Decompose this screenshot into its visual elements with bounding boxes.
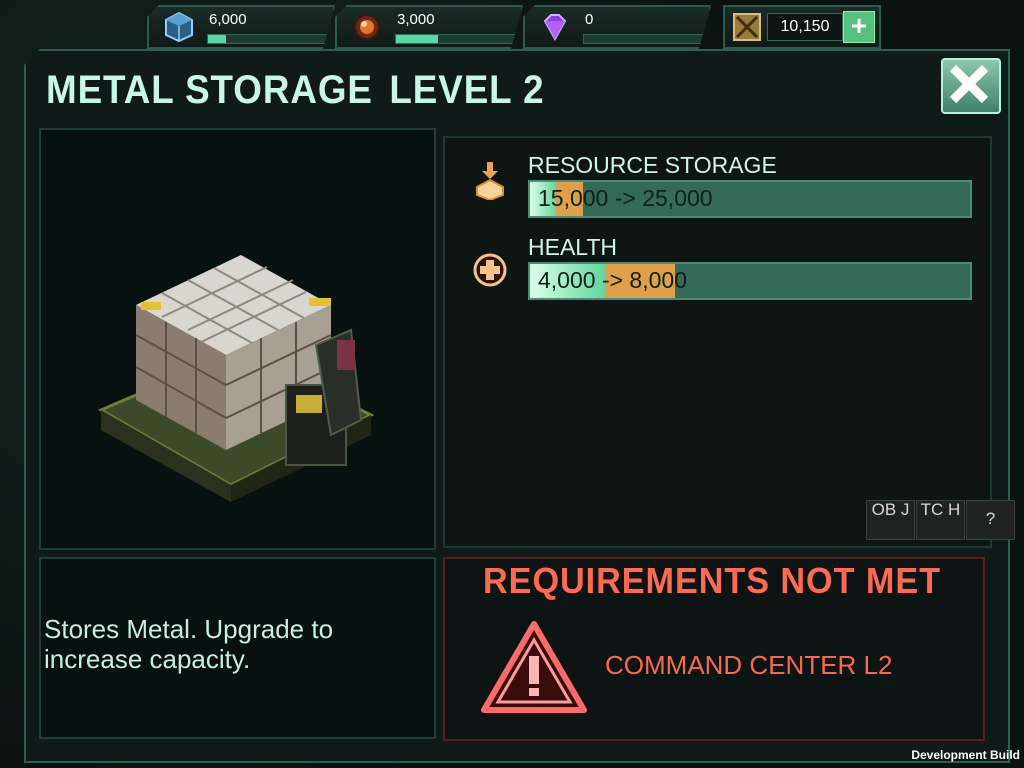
warning-icon bbox=[481, 621, 587, 713]
tch-button[interactable]: TC H bbox=[916, 500, 965, 540]
gold-resource[interactable]: 10,150 + bbox=[723, 5, 881, 49]
help-button[interactable]: ? bbox=[966, 500, 1015, 540]
health-cross-icon bbox=[473, 253, 507, 287]
stat-bar-health: 4,000 -> 8,000 bbox=[528, 262, 972, 300]
stat-bar-storage: 15,000 -> 25,000 bbox=[528, 180, 972, 218]
stat-value-storage: 15,000 -> 25,000 bbox=[538, 185, 713, 211]
development-build-label: Development Build bbox=[911, 748, 1020, 762]
add-gold-button[interactable]: + bbox=[843, 11, 875, 43]
stat-value-health: 4,000 -> 8,000 bbox=[538, 267, 687, 293]
requirements-title: REQUIREMENTS NOT MET bbox=[483, 560, 941, 601]
oil-amount: 3,000 bbox=[397, 11, 435, 28]
metal-cube-icon bbox=[163, 11, 195, 43]
building-description: Stores Metal. Upgrade to increase capaci… bbox=[44, 614, 334, 674]
gem-icon bbox=[539, 11, 571, 43]
building-name: METAL STORAGE bbox=[46, 68, 373, 112]
gold-crate-icon bbox=[733, 13, 761, 41]
gem-resource[interactable]: 0 bbox=[523, 5, 711, 49]
building-level: LEVEL 2 bbox=[389, 68, 545, 112]
stat-label-health: HEALTH bbox=[528, 234, 618, 260]
gem-amount: 0 bbox=[585, 11, 594, 28]
close-icon bbox=[949, 64, 989, 104]
gold-amount: 10,150 bbox=[767, 13, 843, 41]
building-image-frame bbox=[39, 128, 436, 550]
oil-capacity-bar bbox=[395, 34, 517, 44]
panel-title: METAL STORAGE LEVEL 2 bbox=[46, 68, 544, 113]
storage-icon bbox=[476, 162, 504, 200]
metal-storage-building-image bbox=[97, 255, 375, 502]
oil-resource[interactable]: 3,000 bbox=[335, 5, 523, 49]
metal-amount: 6,000 bbox=[209, 11, 247, 28]
metal-resource[interactable]: 6,000 bbox=[147, 5, 335, 49]
requirement-command-center: COMMAND CENTER L2 bbox=[605, 650, 893, 680]
obj-button[interactable]: OB J bbox=[866, 500, 915, 540]
metal-capacity-bar bbox=[207, 34, 329, 44]
gem-capacity-bar bbox=[583, 34, 705, 44]
oil-orb-icon bbox=[351, 11, 383, 43]
stat-label-storage: RESOURCE STORAGE bbox=[528, 152, 777, 178]
close-button[interactable] bbox=[941, 58, 1001, 114]
